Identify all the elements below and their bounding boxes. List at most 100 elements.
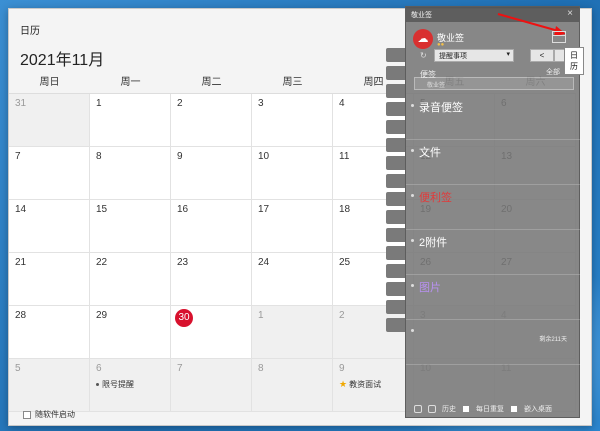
day-cell[interactable]: 31 [9, 94, 90, 147]
day-number: 21 [15, 257, 27, 268]
side-tab[interactable] [386, 156, 406, 170]
day-cell[interactable]: 5 [9, 359, 90, 412]
note-item[interactable]: 剩余211天 [406, 320, 581, 365]
note-title: 2附件 [419, 237, 448, 249]
note-item[interactable]: 2附件 [406, 230, 581, 275]
day-number: 17 [258, 204, 270, 215]
daily-label: 每日重复 [476, 406, 504, 413]
day-cell[interactable]: 17 [252, 200, 333, 253]
startup-label: 随软件启动 [35, 410, 75, 419]
side-tab[interactable] [386, 210, 406, 224]
sticky-note-window: 敬业签 × ☁ 敬业签 ●● 日历 ↻ 提醒事项 ▾ < > 便签 全部 敬业签… [405, 6, 584, 418]
note-item[interactable]: 图片 [406, 275, 581, 320]
side-tab[interactable] [386, 300, 406, 314]
side-tab[interactable] [386, 192, 406, 206]
app-logo-icon: ☁ [413, 29, 433, 49]
weekday-label: 周日 [39, 77, 60, 88]
side-tab[interactable] [386, 66, 406, 80]
chevron-down-icon: ▾ [506, 51, 510, 58]
bullet-icon [411, 104, 414, 107]
day-number: 7 [15, 151, 21, 162]
embed-label: 嵌入桌面 [524, 406, 552, 413]
day-number: 22 [96, 257, 108, 268]
day-number: 30 [175, 309, 193, 327]
startup-option[interactable]: 随软件启动 [23, 409, 75, 420]
side-tab[interactable] [386, 102, 406, 116]
day-cell[interactable]: 21 [9, 253, 90, 306]
embed-checkbox[interactable] [510, 405, 518, 413]
day-number: 9 [177, 151, 183, 162]
side-tab-strip [386, 48, 406, 378]
side-tab[interactable] [386, 264, 406, 278]
note-item[interactable]: 便利签 [406, 185, 581, 230]
day-cell[interactable]: 1 [90, 94, 171, 147]
day-number: 8 [258, 363, 264, 374]
bullet-icon [96, 383, 99, 387]
note-item[interactable]: 录音便签 [406, 95, 581, 140]
event-item[interactable]: 限号提醒 [96, 379, 134, 390]
day-cell[interactable]: 2 [171, 94, 252, 147]
side-tab[interactable] [386, 84, 406, 98]
refresh-icon[interactable]: ↻ [420, 51, 427, 60]
day-cell-today[interactable]: 30 [171, 306, 252, 359]
side-tab[interactable] [386, 120, 406, 134]
calendar-tooltip: 日历 [564, 47, 584, 75]
day-cell[interactable]: 3 [252, 94, 333, 147]
sticky-footer: 历史 每日重复 嵌入桌面 [406, 401, 579, 417]
note-title: 便利签 [419, 192, 452, 204]
countdown-badge: 剩余211天 [539, 337, 567, 343]
side-tab[interactable] [386, 318, 406, 332]
startup-checkbox[interactable] [23, 410, 31, 419]
day-cell[interactable]: 29 [90, 306, 171, 359]
side-tab[interactable] [386, 282, 406, 296]
day-cell[interactable]: 7 [9, 147, 90, 200]
calendar-icon[interactable] [552, 31, 566, 43]
side-tab[interactable] [386, 174, 406, 188]
day-number: 18 [339, 204, 351, 215]
note-item[interactable]: 文件 [406, 140, 581, 185]
day-cell[interactable]: 1 [252, 306, 333, 359]
day-number: 29 [96, 310, 108, 321]
day-number: 9 [339, 363, 345, 374]
category-dropdown[interactable]: 提醒事项 ▾ [434, 49, 514, 62]
daily-checkbox[interactable] [462, 405, 470, 413]
day-cell[interactable]: 22 [90, 253, 171, 306]
day-number: 25 [339, 257, 351, 268]
day-number: 15 [96, 204, 108, 215]
day-cell[interactable]: 8 [90, 147, 171, 200]
day-number: 24 [258, 257, 270, 268]
side-tab[interactable] [386, 228, 406, 242]
day-cell[interactable]: 14 [9, 200, 90, 253]
side-tab[interactable] [386, 138, 406, 152]
history-icon[interactable] [428, 405, 436, 413]
day-number: 11 [339, 151, 350, 162]
search-input[interactable]: 敬业签 [414, 77, 574, 90]
side-tab[interactable] [386, 246, 406, 260]
day-cell[interactable]: 9 [171, 147, 252, 200]
weekday-label: 周二 [201, 77, 222, 88]
history-link[interactable]: 历史 [442, 404, 456, 414]
settings-icon[interactable] [414, 405, 422, 413]
day-number: 8 [96, 151, 102, 162]
weekday-label: 周一 [120, 77, 141, 88]
day-cell[interactable]: 6 限号提醒 [90, 359, 171, 412]
day-cell[interactable]: 8 [252, 359, 333, 412]
day-cell[interactable]: 28 [9, 306, 90, 359]
day-cell[interactable]: 10 [252, 147, 333, 200]
day-cell[interactable]: 15 [90, 200, 171, 253]
month-label: 2021年11月 [20, 52, 105, 69]
day-cell[interactable]: 24 [252, 253, 333, 306]
day-cell[interactable]: 23 [171, 253, 252, 306]
filter-all[interactable]: 全部 [546, 67, 560, 77]
side-tab[interactable] [386, 48, 406, 62]
day-number: 7 [177, 363, 183, 374]
day-cell[interactable]: 16 [171, 200, 252, 253]
day-number: 4 [339, 98, 345, 109]
event-item[interactable]: ★ 教资面试 [339, 379, 381, 390]
bullet-icon [411, 194, 414, 197]
day-cell[interactable]: 7 [171, 359, 252, 412]
star-icon: ★ [339, 379, 348, 389]
prev-button[interactable]: < [530, 49, 554, 62]
event-title: 限号提醒 [102, 380, 134, 389]
bullet-icon [411, 284, 414, 287]
